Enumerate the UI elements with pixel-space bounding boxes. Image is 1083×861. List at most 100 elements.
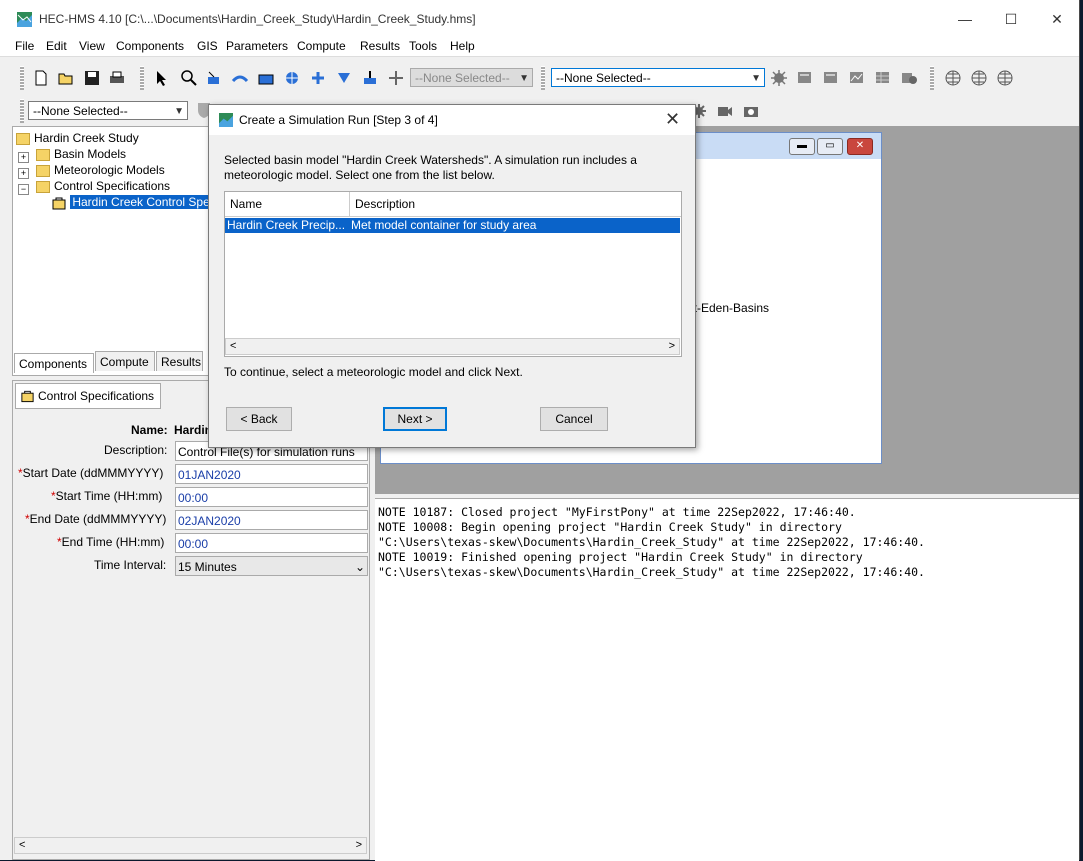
save-icon[interactable] — [83, 69, 101, 87]
console-line: "C:\Users\texas-skew\Documents\Hardin_Cr… — [378, 565, 925, 579]
scroll-right-icon[interactable]: > — [356, 839, 362, 851]
properties-header-label: Control Specifications — [38, 389, 155, 403]
basin-close-button[interactable]: ✕ — [847, 138, 873, 155]
collapse-icon[interactable]: − — [18, 184, 29, 195]
camera-icon[interactable] — [742, 102, 760, 120]
sink-icon[interactable] — [361, 69, 379, 87]
scroll-right-icon[interactable]: > — [669, 340, 675, 352]
end-time-field[interactable]: 00:00 — [175, 533, 368, 553]
expand-icon[interactable]: + — [18, 168, 29, 179]
table-hscrollbar[interactable]: < > — [225, 338, 680, 355]
close-button[interactable]: ✕ — [1034, 8, 1080, 30]
run-selection-combo[interactable]: --None Selected-- ▼ — [28, 101, 188, 120]
tree-item-meteorologic-models[interactable]: Meteorologic Models — [36, 163, 165, 177]
timeseries-table-icon[interactable] — [874, 69, 892, 87]
table-row[interactable]: Hardin Creek Precip... Met model contain… — [225, 218, 680, 233]
toolbar-grip-4[interactable] — [930, 66, 934, 90]
time-interval-select[interactable]: 15 Minutes ⌄ — [175, 556, 368, 576]
dialog-title-bar[interactable]: Create a Simulation Run [Step 3 of 4] ✕ — [209, 105, 695, 135]
print-icon[interactable] — [108, 69, 126, 87]
properties-header[interactable]: Control Specifications — [15, 383, 162, 409]
tree-root[interactable]: Hardin Creek Study — [16, 131, 139, 145]
global-summary-icon[interactable] — [822, 69, 840, 87]
menu-results[interactable]: Results — [360, 39, 400, 53]
chevron-down-icon: ⌄ — [354, 560, 365, 574]
compute-icon[interactable] — [770, 69, 788, 87]
tree-item-basin-models[interactable]: Basin Models — [36, 147, 126, 161]
new-file-icon[interactable] — [32, 69, 50, 87]
crosshair-icon[interactable] — [387, 69, 405, 87]
toolbar-grip[interactable] — [20, 66, 24, 90]
cancel-button[interactable]: Cancel — [540, 407, 608, 431]
dialog-close-icon[interactable]: ✕ — [665, 109, 680, 130]
tab-components[interactable]: Components — [14, 353, 94, 373]
basin-minimize-button[interactable]: ▬ — [789, 138, 815, 155]
menu-edit[interactable]: Edit — [46, 39, 67, 53]
row-description: Met model container for study area — [351, 218, 537, 232]
run-selection-combo-value: --None Selected-- — [33, 104, 128, 118]
end-date-label-text: End Date (ddMMMYYYY) — [29, 512, 167, 526]
menu-components[interactable]: Components — [116, 39, 184, 53]
toolbar-model-combo[interactable]: --None Selected-- ▼ — [551, 68, 765, 87]
menu-gis[interactable]: GIS — [197, 39, 218, 53]
row-name: Hardin Creek Precip... — [227, 218, 346, 232]
junction-icon[interactable] — [283, 69, 301, 87]
maximize-button[interactable]: ☐ — [988, 8, 1034, 30]
properties-hscrollbar[interactable]: < > — [14, 837, 367, 854]
grid-globe-3-icon[interactable] — [996, 69, 1014, 87]
toolbar-grip-2[interactable] — [140, 66, 144, 90]
video-camera-icon[interactable] — [716, 102, 734, 120]
chevron-down-icon: ▼ — [174, 106, 184, 117]
console-line: "C:\Users\texas-skew\Documents\Hardin_Cr… — [378, 535, 925, 549]
menu-view[interactable]: View — [79, 39, 105, 53]
column-header-name[interactable]: Name — [225, 192, 350, 216]
main-window: HEC-HMS 4.10 [C:\...\Documents\Hardin_Cr… — [0, 0, 1080, 861]
source-icon[interactable] — [335, 69, 353, 87]
back-button[interactable]: < Back — [226, 407, 292, 431]
toolbar-grip-5[interactable] — [20, 99, 24, 123]
start-time-field[interactable]: 00:00 — [175, 487, 368, 507]
expand-icon[interactable]: + — [18, 152, 29, 163]
minimize-button[interactable]: — — [942, 8, 988, 30]
start-date-field[interactable]: 01JAN2020 — [175, 464, 368, 484]
menu-file[interactable]: File — [15, 39, 34, 53]
tree-item-control-specifications[interactable]: Control Specifications — [36, 179, 170, 193]
zoom-icon[interactable] — [180, 69, 198, 87]
open-folder-icon[interactable] — [57, 69, 75, 87]
dialog-message: Selected basin model "Hardin Creek Water… — [224, 153, 637, 182]
grid-globe-2-icon[interactable] — [970, 69, 988, 87]
control-spec-icon — [21, 390, 34, 403]
grid-globe-icon[interactable] — [944, 69, 962, 87]
next-button[interactable]: Next > — [383, 407, 447, 431]
toolbar-model-combo-value: --None Selected-- — [556, 71, 651, 85]
reach-icon[interactable] — [231, 69, 249, 87]
menu-tools[interactable]: Tools — [409, 39, 437, 53]
end-date-field[interactable]: 02JAN2020 — [175, 510, 368, 530]
tree-item-selected-label: Hardin Creek Control Spe — [70, 195, 212, 209]
tab-compute[interactable]: Compute — [95, 351, 155, 371]
scroll-left-icon[interactable]: < — [230, 340, 236, 352]
simulation-run-dialog: Create a Simulation Run [Step 3 of 4] ✕ … — [208, 104, 696, 448]
graph-icon[interactable] — [848, 69, 866, 87]
tab-results[interactable]: Results — [156, 351, 203, 371]
menu-parameters[interactable]: Parameters — [226, 39, 288, 53]
console-line: NOTE 10008: Begin opening project "Hardi… — [378, 520, 842, 534]
start-time-label-text: Start Time (HH:mm) — [55, 489, 163, 503]
message-console: NOTE 10187: Closed project "MyFirstPony"… — [375, 498, 1079, 861]
element-results-icon[interactable] — [900, 69, 918, 87]
tree-item-label: Meteorologic Models — [54, 163, 165, 177]
menu-help[interactable]: Help — [450, 39, 475, 53]
toolbar-grip-3[interactable] — [541, 66, 545, 90]
basin-maximize-button[interactable]: ▭ — [817, 138, 843, 155]
scroll-left-icon[interactable]: < — [19, 839, 25, 851]
chevron-down-icon: ▼ — [519, 73, 529, 84]
column-header-description[interactable]: Description — [350, 192, 681, 216]
subbasin-icon[interactable] — [205, 69, 223, 87]
menu-compute[interactable]: Compute — [297, 39, 346, 53]
arrow-select-icon[interactable] — [152, 69, 170, 87]
dialog-footer-text: To continue, select a meteorologic model… — [224, 365, 523, 379]
diversion-icon[interactable] — [309, 69, 327, 87]
summary-table-icon[interactable] — [796, 69, 814, 87]
tree-item-selected[interactable]: Hardin Creek Control Spe — [51, 195, 212, 210]
reservoir-icon[interactable] — [257, 69, 275, 87]
